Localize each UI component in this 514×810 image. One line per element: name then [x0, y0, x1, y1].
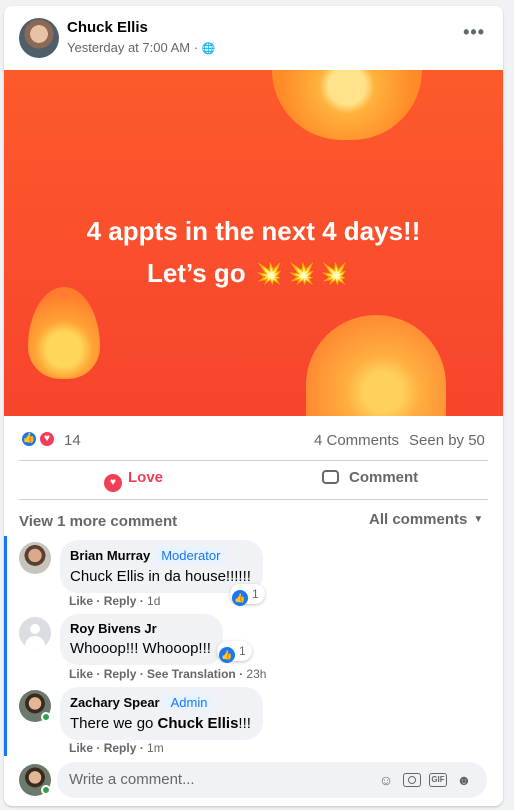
- post-meta: Yesterday at 7:00 AM · 🌐: [67, 40, 215, 55]
- comment-reply-link[interactable]: Reply: [104, 667, 137, 681]
- comment-reply-link[interactable]: Reply: [104, 594, 137, 608]
- comment-reactions[interactable]: 👍 1: [217, 641, 252, 663]
- globe-icon: 🌐: [201, 43, 216, 55]
- comment-bubble: Roy Bivens Jr Whooop!!! Whooop!!!: [60, 614, 223, 665]
- image-text-line2: Let’s go 💥💥💥: [146, 258, 351, 288]
- commenter-avatar[interactable]: [19, 542, 51, 574]
- post-time[interactable]: Yesterday at 7:00 AM ·: [67, 40, 202, 55]
- image-text-line1: 4 appts in the next 4 days!!: [86, 216, 421, 246]
- comment-input[interactable]: [69, 771, 359, 788]
- comment-author[interactable]: Zachary Spear: [70, 695, 160, 710]
- gif-icon[interactable]: GIF: [429, 773, 447, 787]
- see-translation-link[interactable]: See Translation: [147, 667, 236, 681]
- love-button[interactable]: ♥ Love: [104, 469, 163, 492]
- comment-composer[interactable]: ☺ GIF ☻: [57, 762, 487, 798]
- comment-button[interactable]: Comment: [322, 469, 418, 486]
- moderator-badge[interactable]: Moderator: [156, 547, 226, 564]
- caret-down-icon: ▼: [473, 514, 484, 525]
- post-image-text: 4 appts in the next 4 days!! Let’s go 💥💥…: [4, 210, 503, 294]
- comment-like-link[interactable]: Like: [69, 594, 93, 608]
- reaction-count[interactable]: 14: [64, 432, 81, 449]
- comment-filter-dropdown[interactable]: All comments ▼: [369, 511, 483, 528]
- default-avatar-body: [25, 636, 45, 649]
- reactions-summary: 👍 ♥ 14 4 Comments Seen by 50: [4, 416, 503, 460]
- online-status-dot: [41, 712, 51, 722]
- like-icon: 👍: [232, 590, 248, 606]
- comment-reaction-count: 1: [239, 644, 246, 658]
- comment-bubble-icon: [322, 470, 339, 484]
- comment-text-suffix: !!!: [238, 715, 251, 732]
- seen-by[interactable]: Seen by 50: [409, 432, 485, 449]
- post-header: Chuck Ellis Yesterday at 7:00 AM · 🌐 •••: [4, 6, 503, 70]
- post-card: Chuck Ellis Yesterday at 7:00 AM · 🌐 •••…: [4, 6, 503, 806]
- like-reaction-icon[interactable]: 👍: [20, 430, 38, 448]
- author-avatar[interactable]: [19, 18, 59, 58]
- view-more-comments-link[interactable]: View 1 more comment: [19, 513, 177, 530]
- comment-reactions[interactable]: 👍 1: [230, 584, 265, 606]
- comment-time[interactable]: 1d: [147, 594, 160, 608]
- emoji-icon[interactable]: ☺: [377, 771, 395, 789]
- comments-count[interactable]: 4 Comments: [314, 432, 399, 449]
- new-comments-indicator: [4, 536, 7, 756]
- heart-icon: ♥: [104, 474, 122, 492]
- admin-badge[interactable]: Admin: [165, 694, 213, 711]
- commenter-avatar[interactable]: [19, 617, 51, 649]
- mention-link[interactable]: Chuck Ellis: [158, 715, 239, 732]
- post-author[interactable]: Chuck Ellis: [67, 19, 148, 36]
- comment-bubble: Brian Murray Moderator Chuck Ellis in da …: [60, 540, 263, 593]
- fire-emoji-top: [272, 70, 422, 140]
- post-image[interactable]: 4 appts in the next 4 days!! Let’s go 💥💥…: [4, 70, 503, 416]
- comment-filter-label: All comments: [369, 511, 468, 528]
- comment-author[interactable]: Roy Bivens Jr: [70, 621, 157, 636]
- post-actions: ♥ Love Comment: [4, 460, 503, 502]
- sticker-icon[interactable]: ☻: [455, 771, 473, 789]
- comment-bubble: Zachary Spear Admin There we go Chuck Ell…: [60, 687, 263, 740]
- comment-text: Chuck Ellis in da house!!!!!!: [70, 568, 251, 585]
- fire-emoji-left: [28, 287, 100, 379]
- like-icon: 👍: [219, 647, 235, 663]
- comment-actions: Like · Reply · 1d: [69, 594, 161, 608]
- comment-author[interactable]: Brian Murray: [70, 548, 150, 563]
- comment-actions: Like · Reply · See Translation · 23h: [69, 667, 267, 681]
- comment-actions: Like · Reply · 1m: [69, 741, 164, 755]
- comment-like-link[interactable]: Like: [69, 667, 93, 681]
- love-label: Love: [128, 469, 164, 486]
- comment-time[interactable]: 23h: [246, 667, 266, 681]
- comment-text-prefix: There we go: [70, 715, 158, 732]
- camera-icon[interactable]: [403, 773, 421, 787]
- comment-time[interactable]: 1m: [147, 741, 164, 755]
- default-avatar-head: [30, 624, 40, 634]
- comment-label: Comment: [349, 469, 419, 486]
- more-options-button[interactable]: •••: [463, 22, 485, 43]
- comment-text: Whooop!!! Whooop!!!: [70, 640, 211, 657]
- love-reaction-icon[interactable]: ♥: [38, 430, 56, 448]
- online-status-dot: [41, 785, 51, 795]
- comment-like-link[interactable]: Like: [69, 741, 93, 755]
- comment-reaction-count: 1: [252, 587, 259, 601]
- divider: [19, 499, 488, 500]
- comment-reply-link[interactable]: Reply: [104, 741, 137, 755]
- comment-text: There we go Chuck Ellis!!!: [70, 715, 251, 732]
- fire-emoji-bottom: [306, 315, 446, 416]
